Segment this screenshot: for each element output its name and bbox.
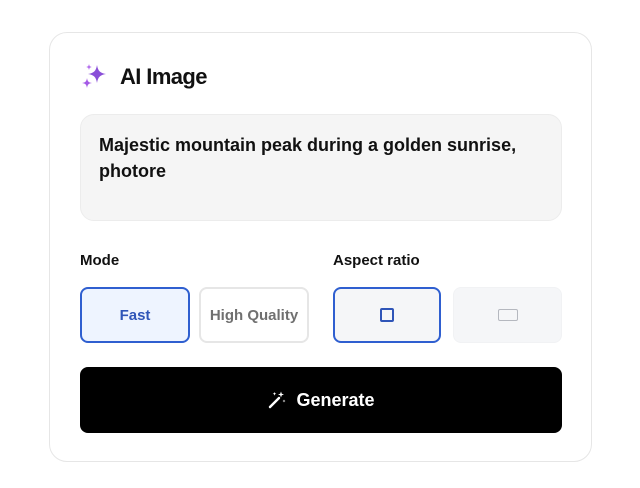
wide-ratio-icon bbox=[497, 309, 518, 321]
aspect-ratio-label: Aspect ratio bbox=[333, 252, 420, 269]
square-ratio-icon bbox=[380, 308, 394, 322]
mode-fast-label: Fast bbox=[119, 306, 151, 324]
ai-image-card: AI Image Majestic mountain peak during a… bbox=[49, 32, 592, 462]
sparkles-icon bbox=[82, 64, 106, 88]
mode-high-quality-label: High Quality bbox=[209, 306, 299, 324]
card-header: AI Image bbox=[80, 61, 208, 93]
mode-fast-button[interactable]: Fast bbox=[80, 287, 190, 343]
aspect-wide-button[interactable] bbox=[453, 287, 562, 343]
app-title: AI Image bbox=[120, 64, 208, 89]
prompt-input[interactable]: Majestic mountain peak during a golden s… bbox=[80, 114, 562, 221]
generate-button[interactable]: Generate bbox=[80, 367, 562, 433]
magic-wand-icon bbox=[269, 391, 286, 409]
generate-label: Generate bbox=[296, 389, 375, 410]
aspect-square-button[interactable] bbox=[333, 287, 441, 343]
mode-high-quality-button[interactable]: High Quality bbox=[199, 287, 309, 343]
mode-label: Mode bbox=[80, 252, 120, 269]
